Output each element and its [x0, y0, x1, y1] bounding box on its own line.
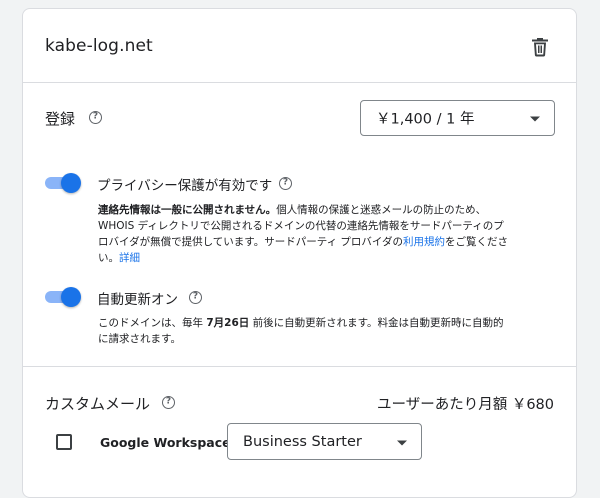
privacy-toggle[interactable] [45, 172, 81, 193]
toggle-thumb [61, 173, 81, 193]
domain-name: kabe-log.net [45, 36, 153, 56]
header-divider [23, 82, 576, 83]
workspace-plan-value: Business Starter [243, 433, 362, 450]
auto-renew-toggle[interactable] [45, 286, 81, 307]
terms-link[interactable]: 利用規約 [403, 236, 445, 248]
registration-period-value: ￥1,400 / 1 年 [376, 111, 475, 128]
privacy-label: プライバシー保護が有効です [97, 178, 273, 194]
auto-renew-help-icon[interactable]: ? [189, 291, 202, 304]
email-divider [23, 366, 576, 367]
privacy-help-icon[interactable]: ? [279, 177, 292, 190]
privacy-description: 連絡先情報は一般に公開されません。個人情報の保護と迷惑メールの防止のため、WHO… [98, 202, 513, 266]
chevron-down-icon [530, 116, 540, 122]
registration-help-icon[interactable]: ? [89, 111, 102, 124]
auto-renew-label: 自動更新オン [97, 292, 178, 308]
auto-renew-desc-before: このドメインは、毎年 [98, 317, 207, 329]
auto-renew-date: 7月26日 [206, 317, 250, 329]
details-link[interactable]: 詳細 [119, 252, 140, 264]
auto-renew-description: このドメインは、毎年 7月26日 前後に自動更新されます。料金は自動更新時に自動… [98, 315, 513, 347]
registration-period-select[interactable]: ￥1,400 / 1 年 [360, 100, 555, 136]
workspace-checkbox[interactable] [56, 434, 72, 450]
custom-email-label: カスタムメール [45, 395, 151, 413]
domain-card: kabe-log.net 登録 ? ￥1,400 / 1 年 プライバシー保護が… [22, 8, 577, 498]
workspace-plan-select[interactable]: Business Starter [227, 423, 422, 460]
registration-label: 登録 [45, 110, 76, 128]
workspace-label: Google Workspace [100, 435, 231, 450]
privacy-description-bold: 連絡先情報は一般に公開されません。 [98, 204, 277, 216]
delete-icon[interactable] [528, 35, 552, 59]
custom-email-help-icon[interactable]: ? [162, 396, 175, 409]
chevron-down-icon [397, 440, 407, 445]
custom-email-price: ユーザーあたり月額 ￥680 [377, 397, 554, 413]
toggle-thumb [61, 287, 81, 307]
